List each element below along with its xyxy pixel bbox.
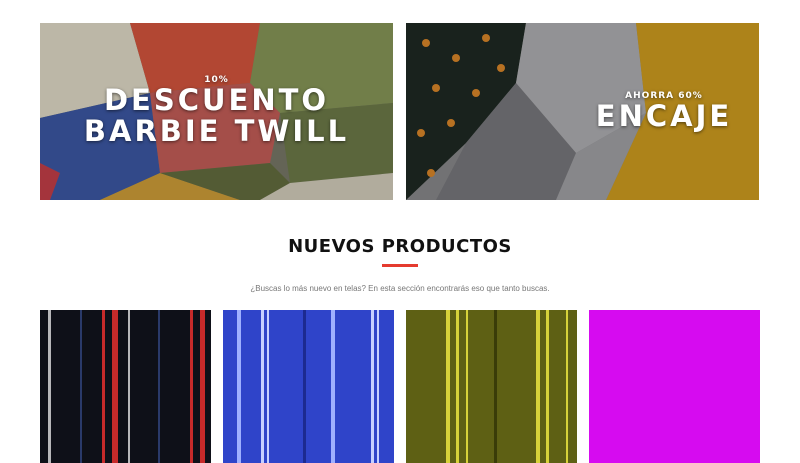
banner-caption: AHORRA 60% ENCAJE — [569, 91, 759, 132]
banner-title-line1: DESCUENTO — [103, 83, 330, 117]
banner-encaje[interactable]: AHORRA 60% ENCAJE — [406, 23, 759, 200]
banner-title-line2: BARBIE TWILL — [83, 114, 350, 148]
product-image — [40, 310, 211, 463]
banner-barbie-twill[interactable]: 10% DESCUENTO BARBIE TWILL — [40, 23, 393, 200]
product-image — [406, 310, 577, 463]
banner-caption: 10% DESCUENTO BARBIE TWILL — [40, 75, 393, 147]
section-description: ¿Buscas lo más nuevo en telas? En esta s… — [250, 284, 550, 293]
title-underline — [382, 264, 418, 267]
section-title: NUEVOS PRODUCTOS — [288, 236, 512, 257]
product-card-black-stripes[interactable] — [40, 310, 211, 463]
product-image — [223, 310, 394, 463]
product-card-blue-stripes[interactable] — [223, 310, 394, 463]
product-card-magenta[interactable] — [589, 310, 760, 463]
banner-title-line1: ENCAJE — [595, 99, 733, 133]
product-image — [589, 310, 760, 463]
product-card-olive-stripes[interactable] — [406, 310, 577, 463]
